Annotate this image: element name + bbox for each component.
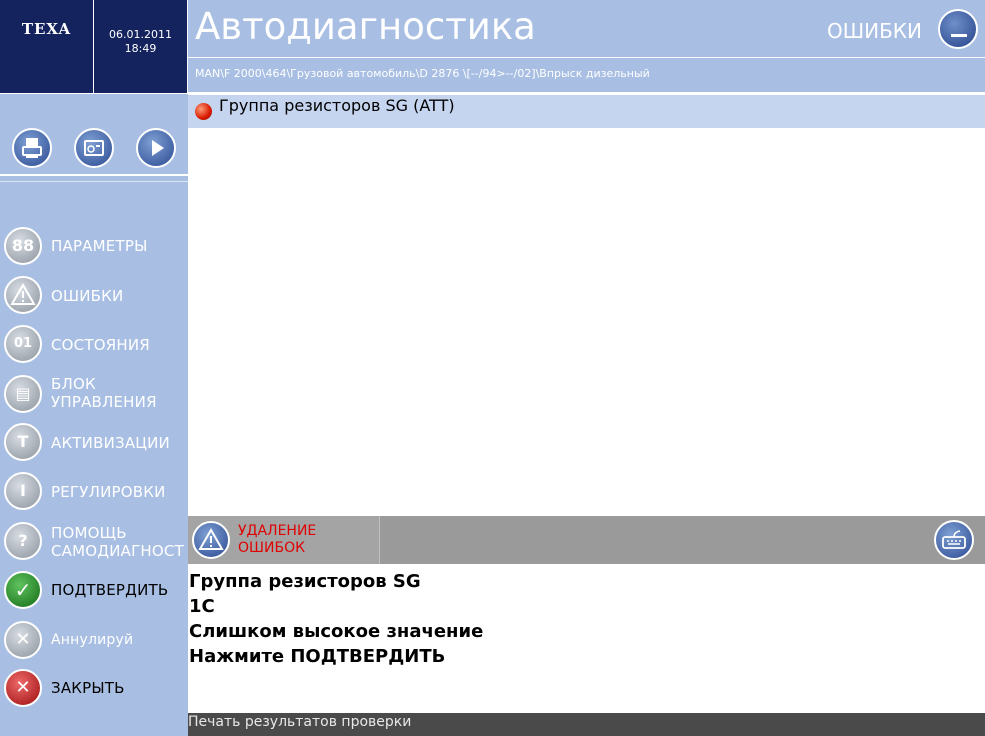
- sidebar-item-parameters[interactable]: 88 ПАРАМЕТРЫ: [4, 224, 188, 268]
- keyboard-icon: [942, 530, 966, 549]
- message-line-component: Группа резисторов SG: [189, 571, 421, 592]
- sidebar-item-label: ОШИБКИ: [51, 287, 124, 305]
- print-button[interactable]: [12, 128, 52, 168]
- sidebar-item-help[interactable]: ? ПОМОЩЬ САМОДИАГНОСТ: [4, 519, 188, 563]
- sidebar-item-label: ПОДТВЕРДИТЬ: [51, 581, 169, 599]
- sidebar-item-label: БЛОК УПРАВЛЕНИЯ: [51, 375, 157, 411]
- save-icon: [84, 140, 104, 156]
- time-text: 18:49: [124, 42, 157, 55]
- cancel-icon: ✕: [4, 621, 42, 659]
- message-line-code: 1C: [189, 596, 215, 617]
- play-icon: [152, 140, 164, 156]
- sidebar-divider: [0, 174, 188, 176]
- parameters-icon: 88: [4, 227, 42, 265]
- sidebar-item-activations[interactable]: T АКТИВИЗАЦИИ: [4, 420, 188, 464]
- warning-icon: [192, 521, 230, 559]
- close-icon: ✕: [4, 669, 42, 707]
- header-divider: [188, 92, 985, 94]
- sidebar-item-label: ПОМОЩЬ САМОДИАГНОСТ: [51, 524, 184, 560]
- sidebar-item-label: РЕГУЛИРОВКИ: [51, 483, 166, 501]
- next-button[interactable]: [136, 128, 176, 168]
- help-icon: ?: [4, 522, 42, 560]
- sidebar-item-label: ПАРАМЕТРЫ: [51, 237, 148, 255]
- sidebar-item-cancel[interactable]: ✕ Аннулируй: [4, 618, 188, 662]
- sidebar-item-label: ЗАКРЫТЬ: [51, 679, 125, 697]
- page-title: Автодиагностика: [195, 5, 536, 48]
- error-label: Группа резисторов SG (ATT): [219, 96, 455, 115]
- minimize-button[interactable]: [938, 9, 978, 49]
- texa-logo: TEXA: [21, 20, 72, 38]
- check-icon: ✓: [4, 571, 42, 609]
- minus-icon: [951, 34, 967, 37]
- states-icon: 01: [4, 325, 42, 363]
- warning-icon: [4, 276, 42, 314]
- status-text: Печать результатов проверки: [188, 714, 412, 730]
- sidebar-item-adjustments[interactable]: I РЕГУЛИРОВКИ: [4, 469, 188, 513]
- save-button[interactable]: [74, 128, 114, 168]
- sidebar-item-label: АКТИВИЗАЦИИ: [51, 434, 170, 452]
- sidebar-item-confirm[interactable]: ✓ ПОДТВЕРДИТЬ: [4, 568, 188, 612]
- logo-panel: [0, 0, 93, 93]
- sidebar-item-states[interactable]: 01 СОСТОЯНИЯ: [4, 322, 188, 366]
- sidebar-item-label: Аннулируй: [51, 632, 134, 648]
- error-detail-message: Группа резисторов SG 1C Слишком высокое …: [189, 569, 483, 669]
- keyboard-button[interactable]: [934, 520, 974, 560]
- message-line-description: Слишком высокое значение: [189, 621, 484, 642]
- sidebar-item-close[interactable]: ✕ ЗАКРЫТЬ: [4, 666, 188, 710]
- datetime: 06.01.2011 18:49: [94, 28, 187, 56]
- delete-errors-label: УДАЛЕНИЕ ОШИБОК: [238, 523, 317, 556]
- print-icon: [22, 138, 42, 158]
- sidebar-item-errors[interactable]: ОШИБКИ: [4, 273, 188, 317]
- control-unit-icon: ▤: [4, 375, 42, 413]
- activation-icon: T: [4, 423, 42, 461]
- mode-label: ОШИБКИ: [827, 19, 922, 43]
- breadcrumb: MAN\F 2000\464\Грузовой автомобиль\D 287…: [195, 67, 650, 80]
- message-line-instruction: Нажмите ПОДТВЕРДИТЬ: [189, 646, 446, 667]
- adjustments-icon: I: [4, 472, 42, 510]
- sidebar-divider-thin: [0, 181, 188, 182]
- date-text: 06.01.2011: [109, 28, 172, 41]
- sidebar-item-control-unit[interactable]: ▤ БЛОК УПРАВЛЕНИЯ: [4, 372, 188, 416]
- error-status-icon: [195, 103, 212, 120]
- sidebar-item-label: СОСТОЯНИЯ: [51, 336, 150, 354]
